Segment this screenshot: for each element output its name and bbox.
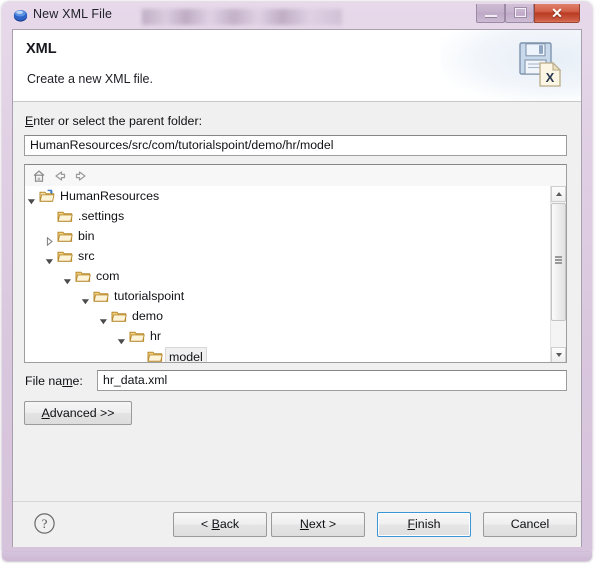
tree-node-label: demo (132, 309, 163, 323)
tree-row[interactable]: hr (25, 326, 552, 346)
tree-row[interactable]: src (25, 246, 552, 266)
svg-text:?: ? (42, 516, 48, 531)
next-button-label-post: ext > (308, 517, 337, 531)
wizard-header: XML Create a new XML file. X (13, 30, 581, 102)
folder-icon (57, 249, 73, 263)
file-name-label: File name: (25, 374, 83, 388)
page-subtitle: Create a new XML file. (27, 72, 153, 86)
tree-node-label: src (78, 249, 95, 263)
advanced-label-post: dvanced >> (49, 406, 115, 420)
tree-node-label: .settings (78, 209, 125, 223)
cancel-button[interactable]: Cancel (483, 512, 577, 537)
next-button-label-accel: N (299, 517, 309, 531)
close-button[interactable]: ✕ (534, 4, 580, 23)
folder-icon (93, 289, 109, 303)
file-name-label-post: e: (72, 374, 83, 388)
folder-icon (57, 209, 73, 223)
tree-node-label: model (165, 347, 207, 362)
tree-vertical-scrollbar[interactable] (550, 186, 566, 362)
tree-node-label: HumanResources (60, 189, 160, 203)
tree-toolbar (25, 165, 566, 186)
parent-folder-label-post: nter or select the parent folder: (33, 114, 203, 128)
file-name-input[interactable]: hr_data.xml (97, 370, 567, 391)
back-button[interactable]: < Back (173, 512, 267, 537)
back-button-label-post: ack (219, 517, 240, 531)
chevron-right-icon[interactable] (45, 232, 54, 247)
scroll-down-icon[interactable] (551, 347, 566, 362)
project-folder-icon (39, 189, 55, 203)
wizard-body: Enter or select the parent folder: Human… (13, 102, 581, 502)
folder-icon (129, 329, 145, 343)
back-button-label-pre: < (200, 517, 212, 531)
finish-button-label-post: inish (415, 517, 441, 531)
folder-icon (57, 229, 73, 243)
maximize-icon (515, 8, 526, 17)
dialog-footer: ? < Back Next > Finish Cancel (13, 501, 581, 547)
file-name-label-pre: File na (25, 374, 63, 388)
minimize-button[interactable] (476, 4, 505, 23)
parent-folder-label: Enter or select the parent folder: (25, 114, 202, 128)
minimize-icon (485, 15, 497, 17)
dialog-window: New XML File ✕ XML Create a new XML file… (2, 2, 592, 554)
chevron-down-icon[interactable] (63, 272, 72, 285)
finish-button-label-accel: F (407, 517, 416, 531)
tree-row[interactable]: com (25, 266, 552, 286)
advanced-button[interactable]: Advanced >> (24, 401, 132, 425)
file-name-label-accel: m (62, 374, 73, 388)
next-button[interactable]: Next > (271, 512, 365, 537)
tree-node-label: tutorialspoint (114, 289, 185, 303)
chevron-down-icon[interactable] (45, 252, 54, 265)
tree-row[interactable]: model (25, 346, 552, 362)
tree-row[interactable]: HumanResources (25, 186, 552, 206)
tree-node-label: com (96, 269, 120, 283)
folder-tree-panel: HumanResources .settings bin src com tutorial… (24, 164, 567, 363)
tree-row[interactable]: bin (25, 226, 552, 247)
folder-icon (75, 269, 91, 283)
tree-row[interactable]: tutorialspoint (25, 286, 552, 306)
help-icon[interactable]: ? (33, 512, 56, 535)
scrollbar-grip-icon (555, 256, 562, 258)
advanced-label-accel: A (41, 406, 50, 420)
chevron-down-icon[interactable] (117, 332, 126, 345)
chevron-down-icon[interactable] (27, 192, 36, 205)
tree-row[interactable]: demo (25, 306, 552, 326)
scroll-up-icon[interactable] (551, 186, 566, 202)
chevron-down-icon[interactable] (99, 312, 108, 325)
chevron-down-icon[interactable] (81, 292, 90, 305)
title-bar: New XML File ✕ (2, 2, 592, 29)
window-frame-bottom-edge (2, 552, 592, 561)
cancel-button-label-post: Cancel (510, 517, 550, 531)
finish-button[interactable]: Finish (377, 512, 471, 537)
tree-node-label: bin (78, 229, 95, 243)
xml-save-file-icon: X (515, 39, 567, 91)
scrollbar-thumb[interactable] (551, 203, 566, 321)
dialog-client-area: XML Create a new XML file. X Enter or se… (12, 29, 582, 547)
home-icon[interactable] (31, 168, 47, 184)
window-title: New XML File (33, 7, 113, 21)
close-icon: ✕ (551, 5, 563, 21)
parent-folder-input[interactable]: HumanResources/src/com/tutorialspoint/de… (24, 135, 567, 156)
folder-tree[interactable]: HumanResources .settings bin src com tutorial… (25, 186, 552, 362)
page-title: XML (26, 41, 57, 57)
folder-icon (147, 349, 163, 362)
tree-row[interactable]: .settings (25, 206, 552, 226)
back-button-label-accel: B (211, 517, 220, 531)
eclipse-sphere-icon (13, 8, 28, 23)
maximize-button[interactable] (505, 4, 534, 23)
tree-node-label: hr (150, 329, 162, 343)
svg-text:X: X (546, 70, 555, 85)
back-arrow-icon[interactable] (52, 168, 68, 184)
folder-icon (111, 309, 127, 323)
forward-arrow-icon[interactable] (73, 168, 89, 184)
